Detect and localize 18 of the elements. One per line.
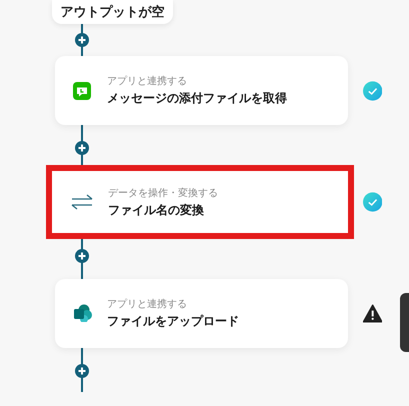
step-card[interactable]: データを操作・変換する ファイル名の変換 — [52, 171, 348, 234]
step-title: ファイルをアップロード — [107, 312, 239, 330]
step-category: アプリと連携する — [107, 298, 188, 311]
chat-app-icon — [73, 82, 93, 100]
app-logo-icon — [73, 304, 93, 322]
tooltip — [400, 293, 409, 352]
start-node-label: アウトプットが空 — [52, 0, 173, 24]
step-category: アプリと連携する — [107, 74, 188, 88]
add-step-icon[interactable] — [75, 33, 89, 48]
exchange-arrows-icon — [70, 193, 94, 212]
add-step-icon[interactable] — [75, 141, 89, 156]
step-card[interactable]: アプリと連携する ファイルをアップロード — [55, 278, 348, 348]
step-title: メッセージの添付ファイルを取得 — [107, 90, 287, 108]
step-category: データを操作・変換する — [108, 186, 218, 200]
step-title: ファイル名の変換 — [108, 202, 205, 219]
add-step-icon[interactable] — [75, 248, 89, 263]
step-card[interactable]: アプリと連携する メッセージの添付ファイルを取得 — [55, 56, 348, 126]
add-step-icon[interactable] — [75, 364, 89, 378]
